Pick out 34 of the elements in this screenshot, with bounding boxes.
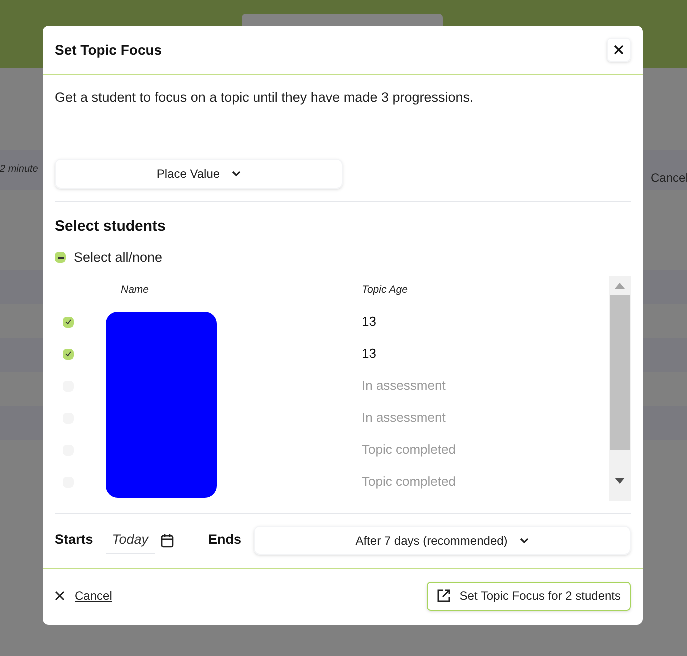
row-checkbox[interactable] xyxy=(63,348,74,360)
topic-age-cell-text: Topic completed xyxy=(362,473,456,492)
cancel-button[interactable]: Cancel xyxy=(55,587,112,605)
topic-age-cell-text: Topic completed xyxy=(362,441,456,460)
ends-label: Ends xyxy=(208,531,242,550)
column-header: Topic Age xyxy=(362,283,408,298)
topic-age-cell-text: 13 xyxy=(362,313,376,332)
select-all-label[interactable]: Select all/none xyxy=(74,248,163,268)
submit-button[interactable]: Set Topic Focus for 2 students xyxy=(426,582,631,610)
column-header: Name xyxy=(121,283,150,298)
dialog-title: Set Topic Focus xyxy=(55,40,162,60)
close-button[interactable] xyxy=(607,38,631,62)
start-date-field[interactable]: Today xyxy=(106,527,155,554)
topic-age-cell-text: In assessment xyxy=(362,377,446,396)
close-icon xyxy=(614,45,624,55)
scroll-up-icon[interactable] xyxy=(615,283,625,289)
scroll-down-icon[interactable] xyxy=(615,478,625,484)
topic-dropdown[interactable]: Place Value xyxy=(55,159,343,190)
description-text: Get a student to focus on a topic until they have made 3 progressions. xyxy=(55,89,475,107)
close-icon xyxy=(55,591,65,601)
scrollbar[interactable] xyxy=(609,276,631,501)
time-text: 2 minute xyxy=(0,163,38,177)
row-checkbox[interactable] xyxy=(63,316,74,328)
topic-age-cell-text: In assessment xyxy=(362,409,446,428)
starts-label: Starts xyxy=(55,531,94,550)
calendar-icon[interactable] xyxy=(160,534,174,548)
caret-icon xyxy=(232,171,242,178)
external-link-icon xyxy=(436,589,451,603)
ends-dropdown[interactable]: After 7 days (recommended) xyxy=(254,526,631,555)
section-title: Select students xyxy=(55,217,167,238)
scrollbar-thumb[interactable] xyxy=(610,295,630,450)
select-all-checkbox[interactable] xyxy=(55,252,66,264)
caret-icon xyxy=(520,538,529,544)
topic-age-cell-text: 13 xyxy=(362,345,376,364)
